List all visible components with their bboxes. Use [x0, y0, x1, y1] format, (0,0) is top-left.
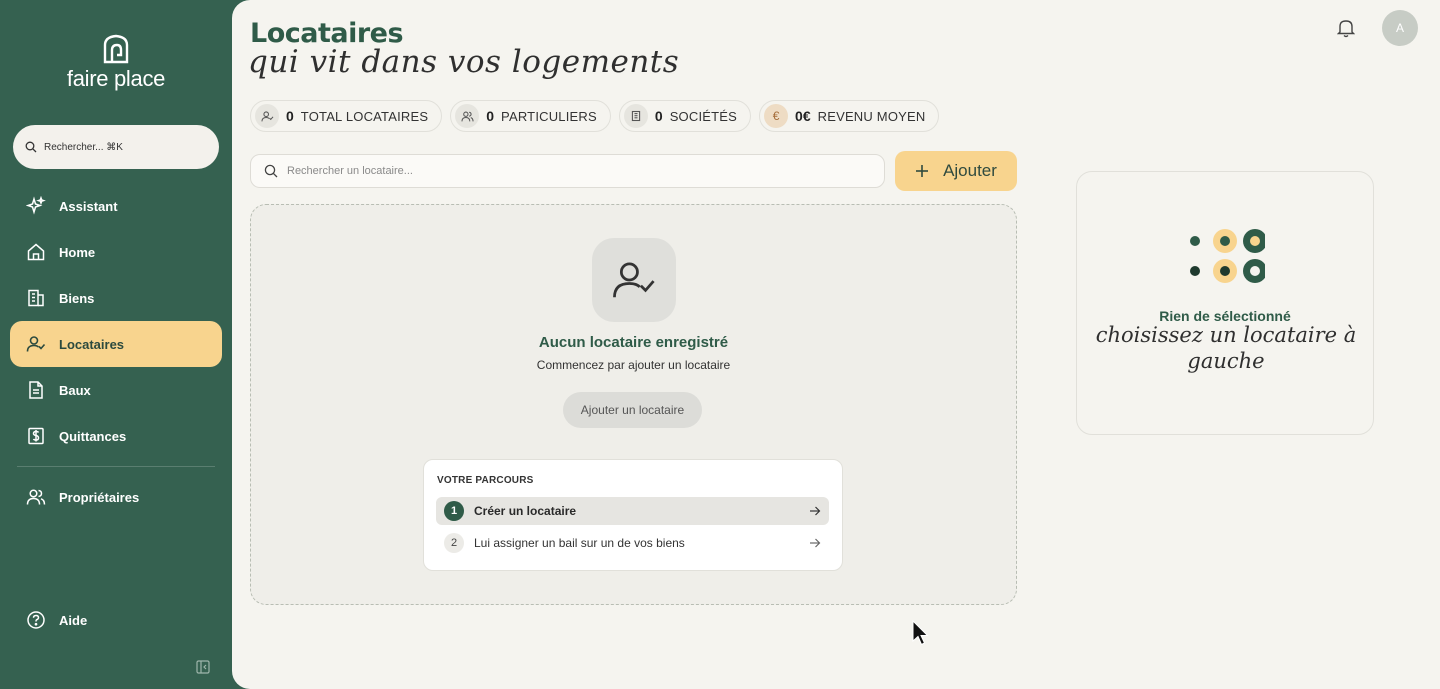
- stat-value: 0: [486, 108, 495, 124]
- stats-bar: 0 Total locataires 0 Particuliers 0 Soci…: [250, 100, 940, 132]
- empty-state-title: Aucun locataire enregistré: [538, 334, 729, 351]
- global-search-label: Rechercher... ⌘K: [44, 141, 123, 153]
- tenant-search-box[interactable]: [250, 154, 885, 188]
- empty-user-check-icon: [592, 238, 676, 322]
- step-number: 2: [444, 533, 464, 553]
- stat-label: Particuliers: [501, 108, 597, 124]
- stat-value: 0: [286, 108, 294, 124]
- sidebar-item-label: Propriétaires: [59, 489, 140, 505]
- stat-value: 0: [654, 108, 663, 124]
- sidebar: faire place Rechercher... ⌘K Assistant H…: [0, 0, 232, 689]
- sidebar-item-label: Baux: [59, 382, 91, 398]
- user-check-icon: [26, 336, 46, 352]
- help-icon: [27, 611, 45, 629]
- sidebar-collapse-icon: [196, 660, 210, 674]
- building-icon: [28, 289, 44, 307]
- tenant-search-input[interactable]: [287, 165, 847, 177]
- stat-societes: 0 Sociétés: [618, 100, 752, 132]
- step-label: Créer un locataire: [474, 504, 577, 518]
- add-tenant-button[interactable]: Ajouter: [895, 151, 1017, 191]
- home-icon: [27, 243, 45, 261]
- receipt-icon: [28, 427, 44, 445]
- arrow-right-icon: [810, 506, 821, 516]
- sidebar-item-label: Locataires: [59, 336, 125, 352]
- building-icon: [623, 104, 648, 128]
- avatar[interactable]: A: [1382, 10, 1418, 46]
- sidebar-item-biens[interactable]: Biens: [10, 275, 222, 321]
- users-icon: [455, 104, 480, 128]
- user-check-icon: [255, 104, 279, 128]
- arrow-right-icon: [810, 538, 821, 548]
- global-search[interactable]: Rechercher... ⌘K: [13, 125, 219, 169]
- dots-pattern-icon: [1190, 229, 1265, 283]
- journey-card: VOTRE PARCOURS 1 Créer un locataire 2 Lu…: [423, 459, 843, 571]
- sidebar-item-assistant[interactable]: Assistant: [10, 183, 222, 229]
- stat-label: Total locataires: [300, 108, 429, 124]
- brand-name: faire place: [66, 66, 166, 91]
- sidebar-item-label: Home: [59, 244, 96, 260]
- brand-logo[interactable]: faire place: [0, 34, 232, 92]
- sidebar-item-locataires[interactable]: Locataires: [10, 321, 222, 367]
- sparkle-icon: [26, 196, 46, 215]
- stat-particuliers: 0 Particuliers: [450, 100, 611, 132]
- sidebar-item-label: Aide: [59, 612, 88, 628]
- detail-subtitle: choisissez un locataire à gauche: [1095, 323, 1357, 373]
- sidebar-item-label: Quittances: [59, 428, 127, 444]
- journey-step-2[interactable]: 2 Lui assigner un bail sur un de vos bie…: [436, 529, 829, 557]
- sidebar-item-label: Assistant: [59, 198, 118, 214]
- main-content: Locataires qui vit dans vos logements A …: [232, 0, 1440, 689]
- sidebar-item-baux[interactable]: Baux: [10, 367, 222, 413]
- users-icon: [26, 489, 46, 505]
- search-icon: [25, 141, 37, 153]
- sidebar-divider: [17, 466, 215, 467]
- stat-total-locataires: 0 Total locataires: [250, 100, 443, 132]
- add-tenant-empty-button[interactable]: Ajouter un locataire: [563, 392, 702, 428]
- sidebar-item-home[interactable]: Home: [10, 229, 222, 275]
- sidebar-item-proprietaires[interactable]: Propriétaires: [10, 474, 222, 520]
- house-arch-icon: [103, 34, 129, 64]
- stat-value: 0€: [795, 108, 811, 124]
- stat-revenu-moyen: € 0€ Revenu moyen: [759, 100, 940, 132]
- empty-state-subtitle: Commencez par ajouter un locataire: [536, 358, 731, 372]
- page-subtitle: qui vit dans vos logements: [248, 44, 680, 80]
- step-number: 1: [444, 501, 464, 521]
- mouse-cursor-icon: [912, 620, 929, 646]
- sidebar-item-quittances[interactable]: Quittances: [10, 413, 222, 459]
- search-icon: [264, 164, 278, 178]
- journey-title: VOTRE PARCOURS: [437, 475, 534, 486]
- sidebar-item-label: Biens: [59, 290, 95, 306]
- sidebar-item-aide[interactable]: Aide: [10, 597, 222, 643]
- empty-state: Aucun locataire enregistré Commencez par…: [250, 204, 1017, 605]
- add-button-label: Ajouter: [943, 161, 997, 180]
- euro-icon: €: [764, 104, 789, 128]
- stat-label: Sociétés: [669, 108, 738, 124]
- journey-step-1[interactable]: 1 Créer un locataire: [436, 497, 829, 525]
- notifications-button[interactable]: [1336, 18, 1356, 42]
- stat-label: Revenu moyen: [817, 108, 926, 124]
- bell-icon: [1336, 20, 1356, 38]
- collapse-sidebar-button[interactable]: [196, 659, 210, 678]
- detail-panel: Rien de sélectionné choisissez un locata…: [1076, 171, 1374, 435]
- plus-icon: [916, 165, 929, 177]
- document-icon: [29, 381, 43, 399]
- step-label: Lui assigner un bail sur un de vos biens: [474, 536, 685, 550]
